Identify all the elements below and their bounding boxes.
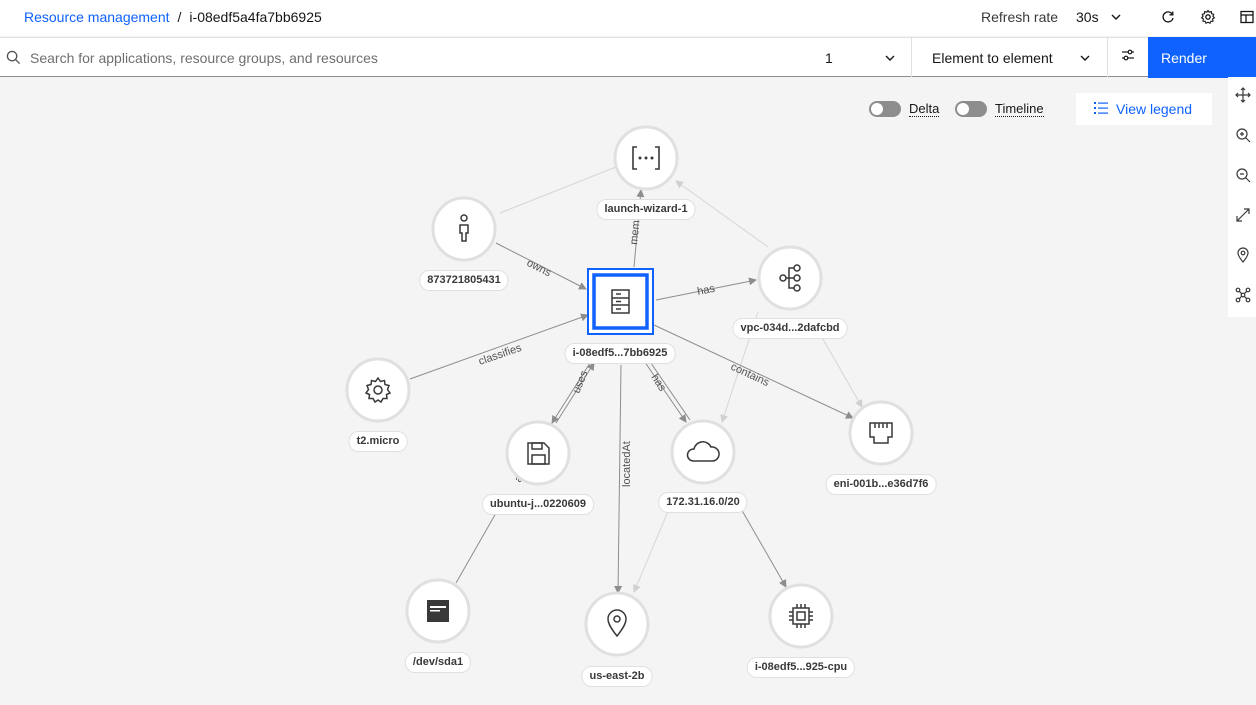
- view-legend-label: View legend: [1116, 101, 1193, 117]
- relation-type-select[interactable]: Element to element: [911, 38, 1107, 77]
- node-label-image: ubuntu-j...0220609: [482, 494, 594, 515]
- zoom-in-icon[interactable]: [1235, 127, 1251, 143]
- edge-label-has-vpc: has: [696, 283, 716, 298]
- topology-graph: membe owns has classifies uses locatedAt…: [345, 125, 914, 657]
- settings-gear-icon[interactable]: [1197, 6, 1219, 28]
- refresh-rate-select[interactable]: 30s: [1068, 4, 1132, 30]
- fit-to-screen-icon[interactable]: [1235, 207, 1251, 223]
- search-input[interactable]: [30, 44, 810, 72]
- edge-label-contains: contains: [729, 361, 772, 389]
- volume-icon: [427, 600, 449, 622]
- node-subnet[interactable]: [670, 419, 736, 485]
- refresh-rate-label: Refresh rate: [981, 9, 1059, 25]
- delta-toggle[interactable]: Delta: [869, 100, 940, 117]
- node-label-vpc: vpc-034d...2dafcbd: [732, 318, 848, 339]
- node-owner[interactable]: [431, 196, 497, 262]
- node-center-instance[interactable]: [587, 268, 654, 335]
- node-disk[interactable]: [405, 578, 471, 644]
- breadcrumb-current: i-08edf5a4fa7bb6925: [189, 9, 322, 25]
- list-icon: [1094, 101, 1108, 117]
- edge-label-classifies: classifies: [477, 342, 524, 368]
- timeline-toggle-label: Timeline: [995, 100, 1044, 117]
- refresh-rate-value: 30s: [1076, 9, 1099, 25]
- breadcrumb-separator: /: [177, 9, 182, 25]
- search-toolbar: 1 Element to element Render: [0, 37, 1256, 78]
- edge-label-has-subnet: has: [648, 372, 668, 394]
- node-label-owner: 873721805431: [419, 270, 509, 291]
- refresh-icon[interactable]: [1157, 6, 1179, 28]
- hop-depth-value: 1: [825, 49, 833, 66]
- chevron-down-icon: [1079, 51, 1091, 67]
- node-zone[interactable]: [584, 591, 650, 657]
- node-label-instance-type: t2.micro: [348, 431, 408, 452]
- node-instance-type[interactable]: [345, 357, 411, 423]
- chevron-down-icon: [1110, 10, 1122, 26]
- edge-image-disk: [455, 512, 497, 584]
- edge-label-owns: owns: [525, 257, 554, 280]
- node-label-center: i-08edf5...7bb6925: [564, 343, 676, 364]
- edge-subnet-cpu: [739, 506, 787, 588]
- node-label-security-group: launch-wizard-1: [596, 199, 696, 220]
- render-button[interactable]: Render: [1148, 37, 1256, 78]
- layout-icon[interactable]: [1236, 6, 1256, 28]
- node-image[interactable]: [505, 420, 571, 486]
- top-header: Resource management / i-08edf5a4fa7bb692…: [0, 0, 1256, 36]
- edge-label-uses: uses: [571, 369, 591, 396]
- zoom-out-icon[interactable]: [1235, 167, 1251, 183]
- edge-type-center: [409, 313, 589, 380]
- node-label-eni: eni-001b...e36d7f6: [825, 474, 937, 495]
- delta-toggle-label: Delta: [909, 100, 940, 117]
- view-legend-button[interactable]: View legend: [1076, 93, 1212, 125]
- node-cpu[interactable]: [768, 583, 834, 649]
- hop-depth-select[interactable]: 1: [816, 38, 910, 77]
- edge-vpc-eni: [815, 326, 863, 408]
- node-eni[interactable]: [848, 400, 914, 466]
- search-icon: [6, 50, 21, 70]
- sliders-icon: [1120, 47, 1136, 68]
- edge-label-located: locatedAt: [621, 441, 633, 487]
- chevron-down-icon: [884, 51, 896, 67]
- pan-move-icon[interactable]: [1235, 87, 1251, 103]
- node-label-disk: /dev/sda1: [404, 652, 472, 673]
- breadcrumb: Resource management / i-08edf5a4fa7bb692…: [24, 9, 322, 25]
- location-icon[interactable]: [1235, 247, 1251, 263]
- node-security-group[interactable]: [613, 125, 679, 191]
- graph-toolbar: [1228, 77, 1256, 317]
- topology-layout-icon[interactable]: [1235, 287, 1251, 303]
- node-label-subnet: 172.31.16.0/20: [658, 492, 748, 513]
- relation-type-value: Element to element: [932, 49, 1053, 66]
- edge-subnet-zone: [633, 501, 673, 593]
- timeline-toggle[interactable]: Timeline: [955, 101, 1044, 117]
- node-label-zone: us-east-2b: [581, 666, 653, 687]
- breadcrumb-resource-management-link[interactable]: Resource management: [24, 9, 170, 25]
- filter-settings-button[interactable]: [1107, 38, 1148, 77]
- node-label-cpu: i-08edf5...925-cpu: [746, 657, 856, 678]
- topology-canvas[interactable]: membe owns has classifies uses locatedAt…: [0, 77, 1228, 705]
- timeline-toggle-switch[interactable]: [955, 101, 987, 117]
- node-vpc[interactable]: [757, 245, 823, 311]
- delta-toggle-switch[interactable]: [869, 101, 901, 117]
